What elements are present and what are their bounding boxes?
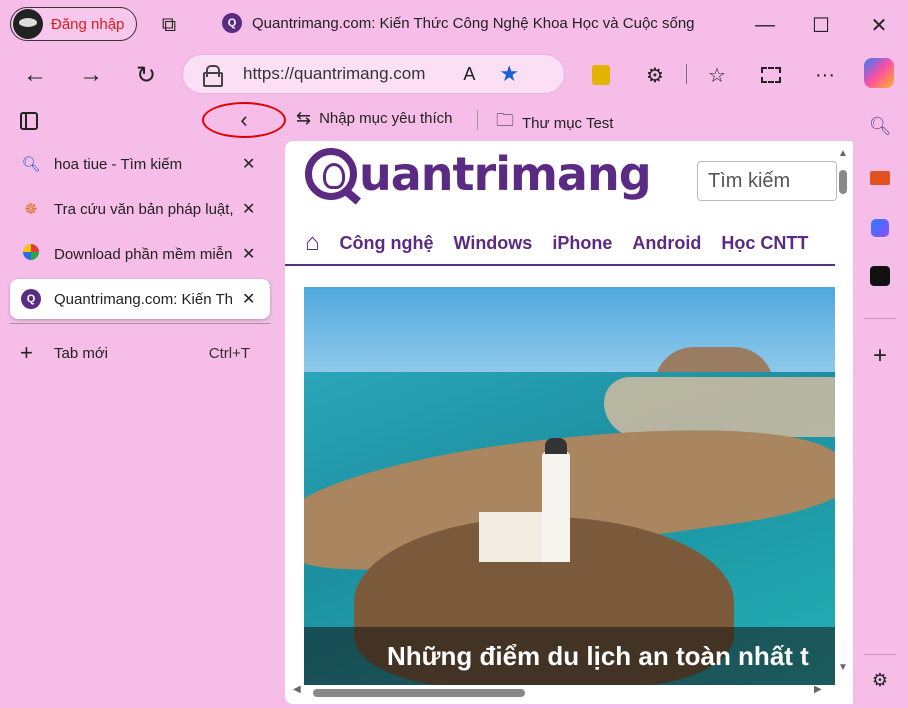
- hscroll-thumb[interactable]: [313, 689, 525, 697]
- more-icon[interactable]: ···: [810, 60, 840, 90]
- tab-label: Download phần mềm miễn: [54, 245, 233, 263]
- tab-label: hoa tiue - Tìm kiếm: [54, 155, 183, 173]
- collapse-tabs-button[interactable]: ‹: [202, 102, 286, 138]
- extensions-icon[interactable]: ⚙: [640, 60, 670, 90]
- toolbox-icon[interactable]: [868, 166, 892, 190]
- folder-icon: 🗀: [496, 110, 514, 130]
- quantrimang-icon: Q: [222, 13, 242, 33]
- menu-item[interactable]: iPhone: [552, 233, 612, 254]
- menu-item[interactable]: Học CNTT: [721, 233, 808, 254]
- refresh-button[interactable]: ↻: [129, 58, 163, 92]
- tab-title-text: Quantrimang.com: Kiến Thức Công Nghệ Kho…: [252, 14, 695, 32]
- copilot-icon[interactable]: [864, 58, 894, 88]
- tabs-divider: [10, 323, 270, 324]
- pinwheel-icon: [20, 244, 42, 264]
- extension-icon[interactable]: [586, 60, 616, 90]
- hero-image[interactable]: Những điểm du lịch an toàn nhất t: [304, 287, 835, 685]
- profile-label: Đăng nhập: [51, 15, 125, 33]
- right-sidebar: 🔍︎ + ⚙: [860, 104, 900, 708]
- close-window-button[interactable]: ✕: [864, 10, 894, 40]
- import-icon: ⇆: [296, 108, 312, 128]
- tab-label: Quantrimang.com: Kiến Thú: [54, 290, 234, 308]
- window-tab-title: Q Quantrimang.com: Kiến Thức Công Nghệ K…: [222, 13, 695, 33]
- close-tab-icon[interactable]: ✕: [242, 199, 255, 219]
- new-tab-label: Tab mới: [54, 344, 109, 362]
- scroll-down-icon[interactable]: ▼: [838, 662, 848, 673]
- new-tab-shortcut: Ctrl+T: [208, 344, 250, 362]
- horizontal-scrollbar[interactable]: ◀ ▶: [289, 684, 829, 700]
- avatar: [13, 9, 43, 39]
- forward-button[interactable]: →: [74, 58, 108, 92]
- scroll-thumb[interactable]: [839, 170, 847, 194]
- tab-label: Tra cứu văn bản pháp luật,: [54, 200, 234, 218]
- url-text[interactable]: https://quantrimang.com: [243, 64, 425, 84]
- logo-q-icon: [305, 148, 357, 200]
- site-logo[interactable]: uantrimang: [305, 147, 652, 201]
- sidebar-divider: [864, 318, 896, 319]
- favorite-star-icon[interactable]: ★: [499, 61, 519, 87]
- profile-button[interactable]: Đăng nhập: [10, 7, 137, 41]
- menu-item[interactable]: Công nghệ: [340, 233, 434, 254]
- tab-download[interactable]: Download phần mềm miễn ✕: [10, 234, 270, 274]
- workspaces-icon[interactable]: ⧉: [154, 10, 184, 40]
- close-tab-icon[interactable]: ✕: [242, 154, 255, 174]
- favorite-folder-label: Thư mục Test: [522, 114, 614, 132]
- new-tab-button[interactable]: + Tab mới Ctrl+T: [20, 340, 250, 366]
- quantrimang-icon: Q: [20, 289, 42, 309]
- hero-caption[interactable]: Những điểm du lịch an toàn nhất t: [304, 627, 835, 685]
- chatgpt-icon[interactable]: [868, 264, 892, 288]
- tab-quantrimang[interactable]: Q Quantrimang.com: Kiến Thú ✕: [10, 279, 270, 319]
- close-tab-icon[interactable]: ✕: [242, 289, 255, 309]
- plus-icon: +: [20, 340, 33, 365]
- add-icon[interactable]: +: [868, 342, 892, 369]
- menu-item[interactable]: Windows: [453, 233, 532, 254]
- minimize-button[interactable]: —: [750, 10, 780, 40]
- scroll-right-icon[interactable]: ▶: [814, 684, 822, 695]
- menu-underline: [285, 264, 835, 266]
- copilot-icon[interactable]: [868, 216, 892, 240]
- favorite-import[interactable]: ⇆ Nhập mục yêu thích: [296, 108, 453, 129]
- site-menu: ⌂ Công nghệ Windows iPhone Android Học C…: [305, 223, 808, 263]
- lock-icon[interactable]: [203, 65, 223, 87]
- tab-law[interactable]: ☸ Tra cứu văn bản pháp luật, ✕: [10, 189, 270, 229]
- search-icon[interactable]: 🔍︎: [868, 114, 892, 138]
- wheel-icon: ☸: [24, 201, 38, 218]
- vertical-scrollbar[interactable]: ▲ ▼: [836, 148, 852, 678]
- sidebar-toggle-icon[interactable]: [20, 112, 38, 130]
- fav-divider: [477, 110, 478, 130]
- maximize-button[interactable]: ☐: [806, 10, 836, 40]
- settings-icon[interactable]: ⚙: [868, 668, 892, 692]
- favorite-import-label: Nhập mục yêu thích: [319, 110, 453, 127]
- read-aloud-icon[interactable]: A: [463, 64, 475, 85]
- logo-text: uantrimang: [359, 147, 652, 201]
- search-icon: 🔍︎: [21, 156, 41, 173]
- favorites-icon[interactable]: ☆: [702, 60, 732, 90]
- toolbar-divider: [686, 64, 687, 84]
- back-button[interactable]: ←: [18, 58, 52, 92]
- site-search-input[interactable]: Tìm kiếm: [697, 161, 837, 201]
- home-icon[interactable]: ⌂: [305, 229, 320, 257]
- lighthouse-image: [542, 438, 570, 562]
- tab-search[interactable]: 🔍︎ hoa tiue - Tìm kiếm ✕: [10, 144, 270, 184]
- web-content: uantrimang Tìm kiếm ⌂ Công nghệ Windows …: [285, 141, 853, 704]
- scroll-left-icon[interactable]: ◀: [293, 684, 301, 695]
- screenshot-icon[interactable]: [756, 60, 786, 90]
- favorite-folder-test[interactable]: 🗀 Thư mục Test: [496, 108, 613, 138]
- scroll-up-icon[interactable]: ▲: [838, 148, 848, 159]
- address-bar[interactable]: https://quantrimang.com A ★: [182, 54, 565, 94]
- close-tab-icon[interactable]: ✕: [242, 244, 255, 264]
- sidebar-divider: [864, 654, 896, 655]
- menu-item[interactable]: Android: [632, 233, 701, 254]
